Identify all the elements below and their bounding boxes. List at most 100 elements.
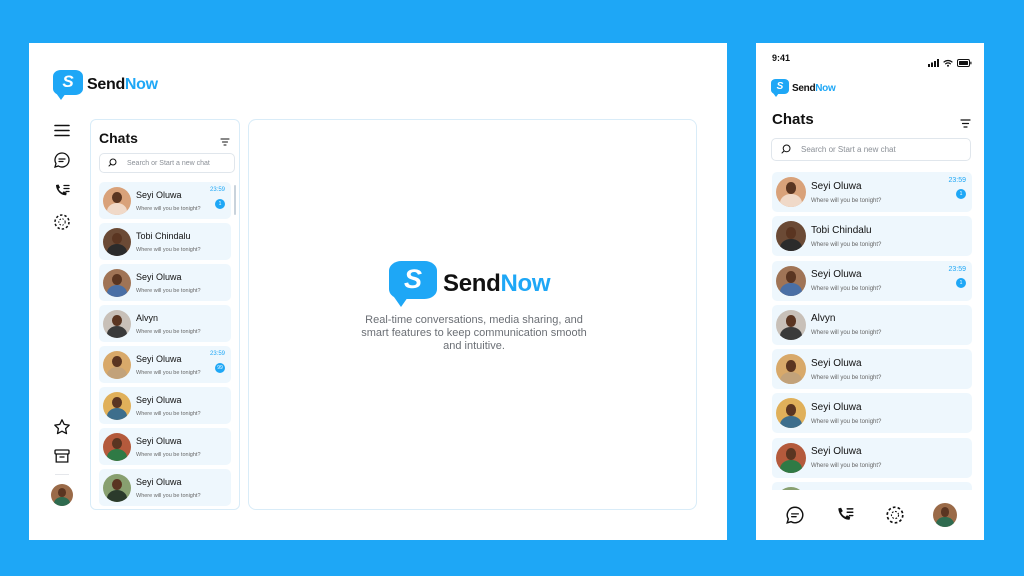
search-icon	[108, 158, 117, 169]
chat-list-item[interactable]: Seyi Oluwa Where will you be tonight? 23:5…	[99, 182, 231, 219]
logo-mark-icon: S	[771, 79, 789, 97]
chat-text: Seyi Oluwa Where will you be tonight?	[136, 272, 201, 294]
last-message: Where will you be tonight?	[136, 287, 201, 294]
chat-list-item[interactable]: Seyi OluwaWhere will you be tonight?	[772, 393, 972, 434]
filter-icon[interactable]	[960, 115, 971, 133]
last-message: Where will you be tonight?	[136, 205, 201, 212]
chat-bubble-icon[interactable]	[782, 502, 808, 528]
chat-list-item[interactable]: Seyi OluwaWhere will you be tonight?	[772, 349, 972, 390]
rail-divider	[55, 474, 69, 475]
phone-list-icon[interactable]	[51, 180, 73, 202]
search-placeholder: Search or Start a new chat	[127, 159, 210, 167]
chat-list: Seyi Oluwa Where will you be tonight? 23:5…	[99, 182, 231, 507]
contact-name: Tobi Chindalu	[136, 230, 191, 241]
app-logo[interactable]: S SendNow	[53, 70, 158, 100]
contact-avatar	[776, 442, 806, 473]
chat-list-item[interactable]: Seyi Oluwa Where will you be tonight? 23:5…	[772, 172, 972, 212]
logo-mark-icon: S	[389, 261, 437, 307]
search-input[interactable]: Search or Start a new chat	[99, 153, 235, 173]
unread-badge: 1	[956, 277, 966, 288]
profile-avatar[interactable]	[932, 502, 958, 528]
contact-name: Seyi Oluwa	[136, 394, 182, 405]
contact-name: Seyi Oluwa	[811, 446, 862, 458]
last-message: Where will you be tonight?	[811, 418, 882, 425]
chat-list: Seyi Oluwa Where will you be tonight? 23:5…	[772, 172, 972, 490]
contact-avatar	[776, 177, 806, 207]
contact-name: Seyi Oluwa	[136, 271, 182, 282]
status-dashed-circle-icon[interactable]	[882, 502, 908, 528]
search-icon	[781, 144, 791, 156]
chat-list-panel: Chats Search or Start a new chat Seyi Ol…	[90, 119, 240, 510]
contact-name: Seyi Oluwa	[136, 189, 182, 200]
phone-list-icon[interactable]	[832, 502, 858, 528]
contact-avatar	[103, 473, 131, 502]
chat-list-item[interactable]: Seyi Oluwa Where will you be tonight? 23:5…	[772, 260, 972, 301]
chat-list-item[interactable]: Tobi Chindalu Where will you be tonight?	[772, 216, 972, 257]
nav-rail	[51, 119, 73, 519]
chat-list-item[interactable]: Seyi OluwaWhere will you be tonight?	[99, 428, 231, 465]
last-message: Where will you be tonight?	[811, 463, 882, 470]
chat-list-item[interactable]: Seyi Oluwa Where will you be tonight?	[99, 387, 231, 424]
chat-text: Seyi Oluwa Where will you be tonight?	[136, 395, 201, 417]
mobile-app-frame: 9:41 S SendNow Chats Search or Start a n…	[756, 43, 984, 540]
chat-text: Seyi Oluwa Where will you be tonight?	[811, 358, 881, 381]
last-message: Where will you be tonight?	[136, 410, 201, 417]
contact-name: Alvyn	[136, 312, 159, 323]
page-title: Chats	[772, 111, 814, 128]
last-message: Where will you be tonight?	[136, 451, 201, 458]
star-icon[interactable]	[51, 416, 73, 438]
contact-name: Seyi Oluwa	[811, 269, 862, 281]
last-message: Where will you be tonight?	[136, 369, 201, 376]
chat-list-item[interactable]: Alvyn Where will you be tonight?	[772, 304, 972, 345]
status-dashed-circle-icon[interactable]	[51, 211, 73, 233]
contact-name: Seyi Oluwa	[136, 476, 182, 487]
message-time: 23:59	[209, 187, 225, 193]
chat-list-item[interactable]: Tobi Chindalu Where will you be tonight?	[99, 223, 231, 260]
welcome-panel: S SendNow Real-time conversations, media…	[248, 119, 697, 510]
contact-avatar	[103, 268, 131, 297]
signal-icon	[928, 54, 939, 72]
search-input[interactable]: Search or Start a new chat	[771, 138, 971, 161]
chat-text: Seyi Oluwa Where will you be tonight?	[136, 190, 201, 212]
chat-text: Seyi Oluwa Where will you be tonight?	[811, 181, 881, 204]
logo-mark-icon: S	[53, 70, 83, 100]
last-message: Where will you be tonight?	[811, 374, 882, 381]
chat-list-item[interactable]: Seyi Oluwa Where will you be tonight? 23:5…	[99, 346, 231, 383]
contact-avatar	[103, 186, 131, 215]
chat-list-item[interactable]: Seyi Oluwa Where will you be tonight?	[772, 437, 972, 478]
contact-avatar	[776, 398, 806, 429]
contact-avatar	[103, 350, 131, 379]
archive-icon[interactable]	[51, 445, 73, 467]
contact-avatar	[103, 432, 131, 461]
chat-bubble-icon[interactable]	[51, 149, 73, 171]
chat-text: Seyi Oluwa Where will you be tonight?	[811, 402, 881, 425]
chat-list-item[interactable]: Seyi OluwaWhere will you be tonight?	[772, 482, 972, 490]
logo-text: SendNow	[87, 76, 158, 93]
contact-avatar	[103, 309, 131, 338]
last-message: Where will you be tonight?	[136, 246, 201, 253]
chat-list-item[interactable]: Seyi Oluwa Where will you be tonight?	[99, 469, 231, 506]
app-logo[interactable]: S SendNow	[771, 79, 836, 97]
contact-avatar	[776, 221, 806, 252]
chat-text: Tobi Chindalu Where will you be tonight?	[136, 231, 201, 253]
last-message: Where will you be tonight?	[136, 328, 201, 335]
unread-badge: 1	[956, 189, 966, 199]
profile-avatar[interactable]	[51, 484, 73, 506]
unread-badge: 99	[215, 363, 225, 373]
last-message: Where will you be tonight?	[136, 492, 201, 499]
message-time: 23:59	[209, 351, 225, 357]
contact-avatar	[103, 227, 131, 256]
chat-list-item[interactable]: Alvyn Where will you be tonight?	[99, 305, 231, 342]
contact-avatar	[776, 354, 806, 385]
battery-icon	[957, 54, 972, 72]
filter-icon[interactable]	[220, 133, 230, 151]
unread-badge: 1	[215, 199, 225, 209]
scrollbar[interactable]	[234, 185, 236, 215]
chat-list-item[interactable]: Seyi Oluwa Where will you be tonight?	[99, 264, 231, 301]
desktop-app-frame: S SendNow Chats Search or Start a new ch…	[29, 43, 727, 540]
menu-icon[interactable]	[51, 119, 73, 141]
last-message: Where will you be tonight?	[811, 286, 882, 293]
message-time: 23:59	[948, 177, 966, 184]
chat-text: Alvyn Where will you be tonight?	[811, 313, 881, 336]
chat-text: Tobi Chindalu Where will you be tonight?	[811, 225, 881, 248]
